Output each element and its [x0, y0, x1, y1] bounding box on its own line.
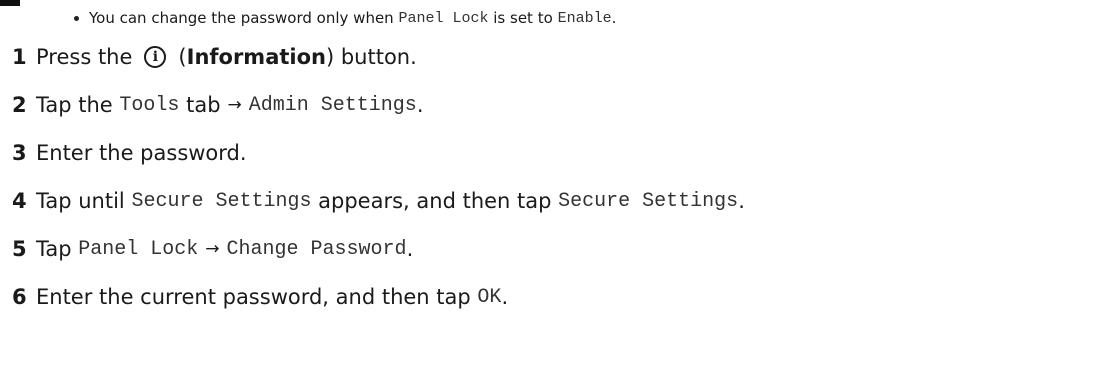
bullet-dot [74, 15, 79, 21]
step-text: ( [178, 45, 187, 69]
step-code: Change Password [226, 237, 407, 261]
step-code: OK [477, 285, 502, 309]
note-text-3: . [611, 9, 617, 27]
step-text: . [406, 237, 414, 261]
step-text: . [501, 285, 509, 309]
note-text-2: is set to [493, 9, 553, 27]
step-bold-label: Information [186, 45, 326, 69]
arrow-icon: → [227, 95, 242, 115]
step-code: Panel Lock [78, 237, 199, 261]
note-text-1: You can change the password only when [89, 9, 394, 27]
step-number: 4 [12, 189, 27, 213]
step-text: Enter the password. [36, 141, 247, 165]
step-1: 1 Press the i ( Information ) button. [12, 40, 417, 74]
step-number: 1 [12, 45, 27, 69]
arrow-icon: → [205, 239, 220, 259]
step-text: Enter the current password, and then tap [36, 285, 471, 309]
step-number: 3 [12, 141, 27, 165]
step-number: 6 [12, 285, 27, 309]
step-6: 6 Enter the current password, and then t… [12, 280, 508, 314]
step-number: 5 [12, 237, 27, 261]
step-text: tab [186, 93, 221, 117]
step-4: 4 Tap until Secure Settings appears, and… [12, 184, 745, 218]
step-2: 2 Tap the Tools tab → Admin Settings . [12, 88, 424, 122]
step-text: Tap [36, 237, 72, 261]
step-text: Tap until [36, 189, 125, 213]
step-text: ) button. [325, 45, 417, 69]
step-code: Secure Settings [131, 189, 312, 213]
step-5: 5 Tap Panel Lock → Change Password . [12, 232, 413, 266]
step-code: Tools [119, 93, 180, 117]
step-text: appears, and then tap [318, 189, 552, 213]
note-code-enable: Enable [557, 9, 612, 27]
corner-mark [0, 0, 20, 6]
step-text: . [738, 189, 745, 213]
step-code: Secure Settings [558, 189, 739, 213]
step-text: Press the [36, 45, 133, 69]
step-number: 2 [12, 93, 27, 117]
step-3: 3 Enter the password. [12, 136, 247, 170]
step-code: Admin Settings [248, 93, 417, 117]
note-bullet: You can change the password only when Pa… [74, 6, 616, 30]
note-code-panel-lock: Panel Lock [398, 9, 489, 27]
info-icon: i [144, 46, 167, 68]
step-text: Tap the [36, 93, 113, 117]
step-text: . [416, 93, 424, 117]
